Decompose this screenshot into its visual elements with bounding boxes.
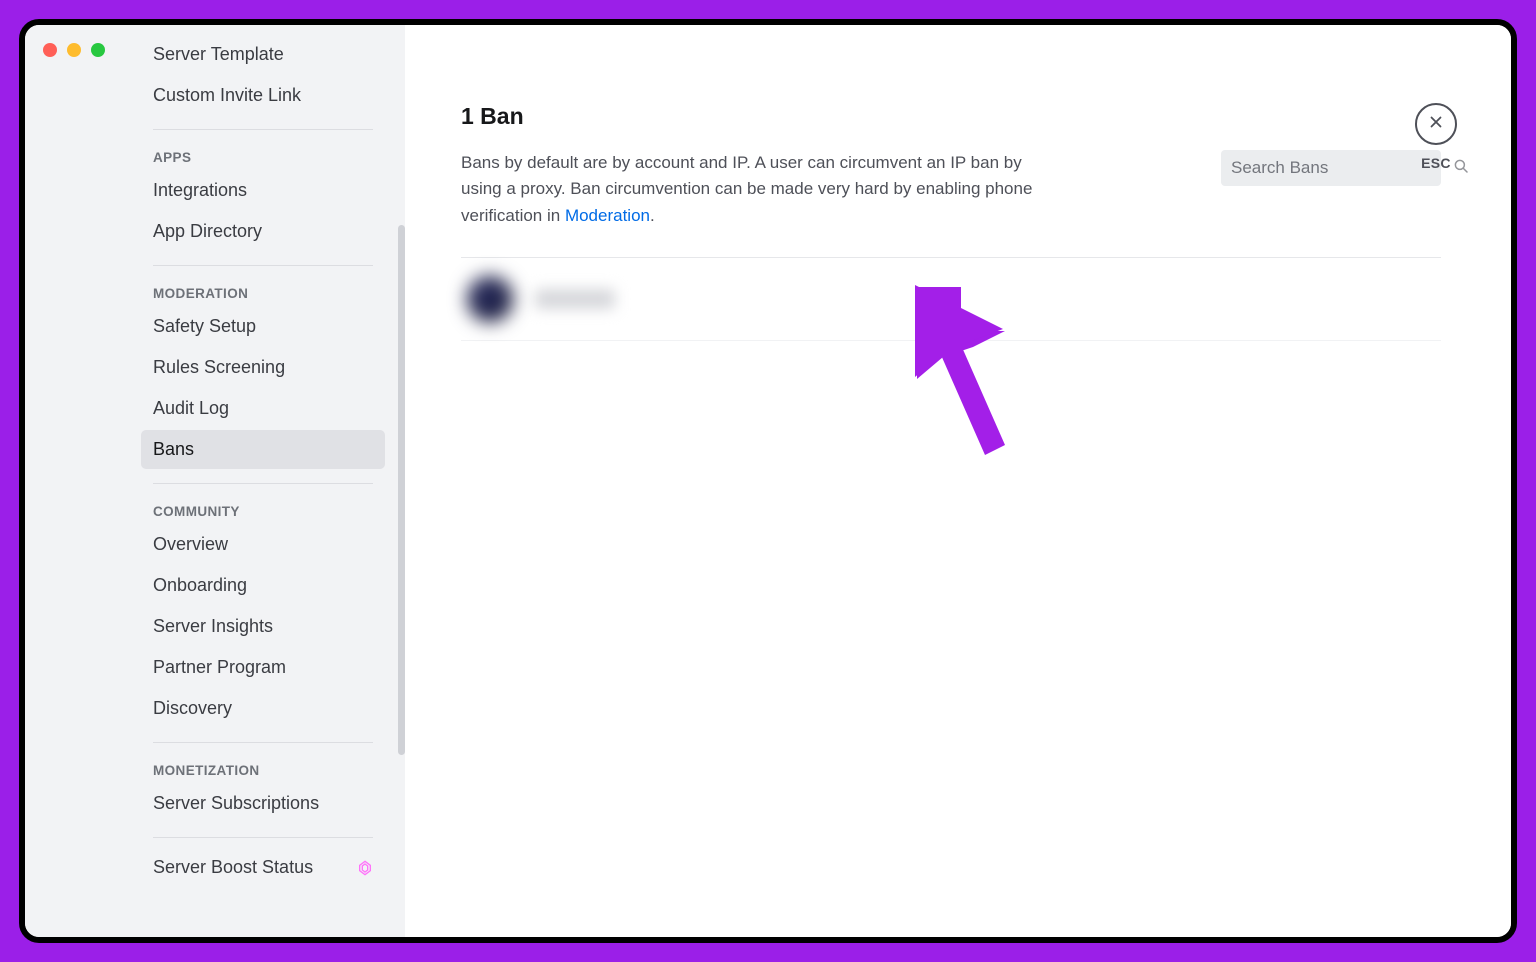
sidebar-item-rules-screening[interactable]: Rules Screening — [141, 348, 385, 387]
window-traffic-lights — [43, 43, 105, 57]
sidebar-item-safety-setup[interactable]: Safety Setup — [141, 307, 385, 346]
window-minimize-icon[interactable] — [67, 43, 81, 57]
boost-gem-icon — [357, 860, 373, 876]
close-button[interactable] — [1415, 103, 1457, 145]
sidebar-heading-apps: APPS — [141, 140, 385, 171]
sidebar-item-server-boost-status[interactable]: Server Boost Status — [141, 848, 385, 887]
sidebar-item-label: Integrations — [153, 180, 247, 201]
sidebar-item-label: Bans — [153, 439, 194, 460]
divider — [153, 483, 373, 484]
banned-user-avatar — [467, 276, 513, 322]
close-area: ESC — [1415, 103, 1457, 171]
sidebar-item-label: App Directory — [153, 221, 262, 242]
sidebar-item-onboarding[interactable]: Onboarding — [141, 566, 385, 605]
banned-user-name-redacted — [535, 289, 615, 309]
scrollbar-thumb[interactable] — [398, 225, 405, 755]
bans-description: Bans by default are by account and IP. A… — [461, 150, 1051, 229]
sidebar-item-audit-log[interactable]: Audit Log — [141, 389, 385, 428]
sidebar-item-server-insights[interactable]: Server Insights — [141, 607, 385, 646]
sidebar-item-custom-invite-link[interactable]: Custom Invite Link — [141, 76, 385, 115]
sidebar-item-label: Discovery — [153, 698, 232, 719]
divider — [153, 742, 373, 743]
moderation-link[interactable]: Moderation — [565, 206, 650, 225]
sidebar-item-label: Audit Log — [153, 398, 229, 419]
divider — [153, 265, 373, 266]
ban-list-row[interactable] — [461, 258, 1441, 341]
window-zoom-icon[interactable] — [91, 43, 105, 57]
sidebar-item-label: Partner Program — [153, 657, 286, 678]
sidebar-item-integrations[interactable]: Integrations — [141, 171, 385, 210]
description-text-post: . — [650, 206, 655, 225]
sidebar-item-bans[interactable]: Bans — [141, 430, 385, 469]
close-icon — [1427, 113, 1445, 136]
window-close-icon[interactable] — [43, 43, 57, 57]
divider — [153, 129, 373, 130]
sidebar-heading-community: COMMUNITY — [141, 494, 385, 525]
search-bans-box[interactable] — [1221, 150, 1441, 186]
main-content: ESC 1 Ban Bans by default are by account… — [405, 25, 1511, 937]
sidebar-item-label: Server Insights — [153, 616, 273, 637]
sidebar-item-discovery[interactable]: Discovery — [141, 689, 385, 728]
search-icon — [1452, 157, 1470, 180]
settings-sidebar: Server Template Custom Invite Link APPS … — [25, 25, 405, 937]
sidebar-item-server-template[interactable]: Server Template — [141, 35, 385, 74]
divider — [153, 837, 373, 838]
esc-label: ESC — [1421, 155, 1451, 171]
sidebar-item-label: Server Template — [153, 44, 284, 65]
sidebar-item-server-subscriptions[interactable]: Server Subscriptions — [141, 784, 385, 823]
sidebar-item-label: Custom Invite Link — [153, 85, 301, 106]
sidebar-item-label: Server Subscriptions — [153, 793, 319, 814]
sidebar-item-label: Safety Setup — [153, 316, 256, 337]
sidebar-item-label: Onboarding — [153, 575, 247, 596]
sidebar-item-app-directory[interactable]: App Directory — [141, 212, 385, 251]
page-title: 1 Ban — [461, 103, 1441, 130]
description-text-pre: Bans by default are by account and IP. A… — [461, 153, 1032, 225]
sidebar-item-overview[interactable]: Overview — [141, 525, 385, 564]
app-window: Server Template Custom Invite Link APPS … — [19, 19, 1517, 943]
sidebar-item-partner-program[interactable]: Partner Program — [141, 648, 385, 687]
sidebar-heading-moderation: MODERATION — [141, 276, 385, 307]
sidebar-item-label: Overview — [153, 534, 228, 555]
sidebar-item-label: Server Boost Status — [153, 857, 313, 878]
sidebar-heading-monetization: MONETIZATION — [141, 753, 385, 784]
sidebar-item-label: Rules Screening — [153, 357, 285, 378]
